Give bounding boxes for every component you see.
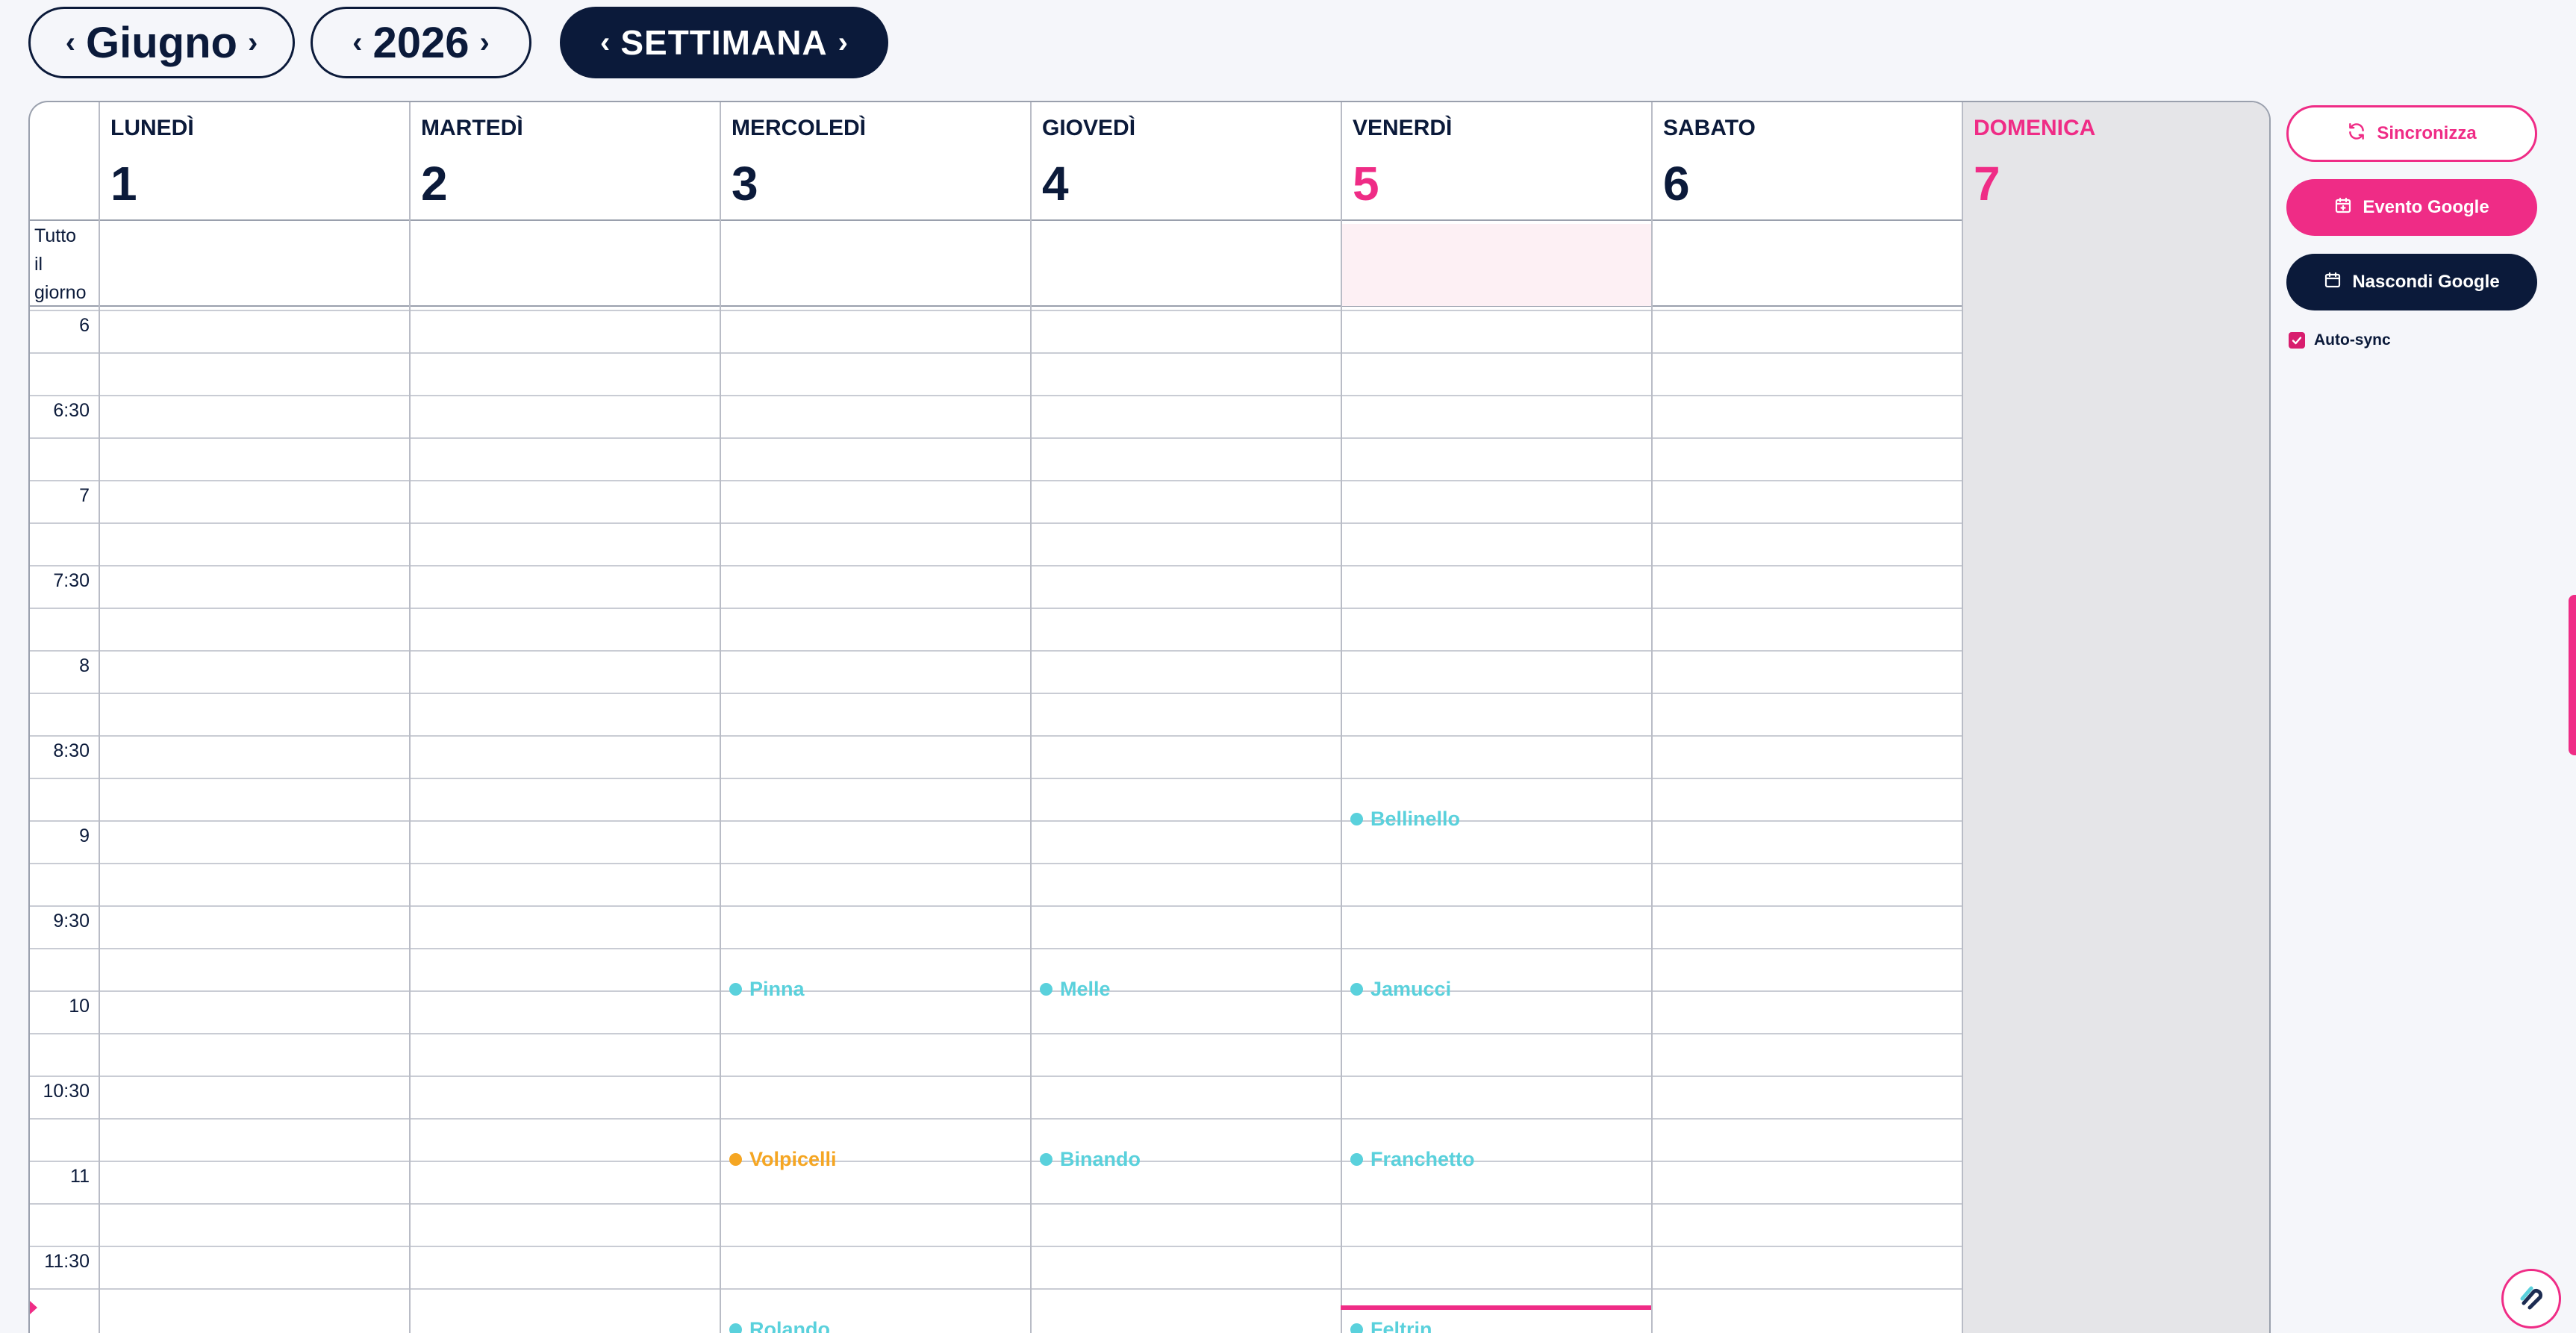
- event-bellinello[interactable]: Bellinello: [1350, 808, 1460, 831]
- autosync-label: Auto-sync: [2314, 331, 2391, 349]
- time-label: 7:30: [53, 570, 90, 591]
- event-binando[interactable]: Binando: [1040, 1148, 1141, 1171]
- year-selector[interactable]: ‹ 2026 ›: [311, 7, 531, 78]
- allday-label-line: Tutto: [34, 225, 77, 246]
- time-label: 6:30: [53, 400, 90, 421]
- event-label: Jamucci: [1370, 978, 1452, 1000]
- time-label: 9:30: [53, 911, 90, 931]
- day-number: 6: [1663, 157, 1690, 210]
- event-pinna[interactable]: Pinna: [729, 978, 805, 1001]
- day-name: LUNEDÌ: [110, 116, 194, 140]
- month-label: Giugno: [86, 18, 237, 67]
- sync-icon: [2347, 122, 2366, 146]
- time-label: 11:30: [44, 1251, 90, 1272]
- year-prev-button[interactable]: ‹: [352, 26, 362, 60]
- event-label: Volpicelli: [749, 1148, 837, 1170]
- event-label: Pinna: [749, 978, 805, 1000]
- autosync-toggle[interactable]: Auto-sync: [2289, 331, 2391, 349]
- autosync-checkbox[interactable]: [2289, 332, 2305, 349]
- view-next-button[interactable]: ›: [838, 26, 848, 60]
- week-calendar: Tutto il giorno 6 6:30 7 7:30 8 8:30 9 9:30 10 10…: [28, 101, 2271, 1333]
- day-name: GIOVEDÌ: [1042, 116, 1136, 140]
- calendar-plus-icon: [2334, 196, 2352, 219]
- day-name: DOMENICA: [1974, 116, 2096, 140]
- google-event-button-label: Evento Google: [2363, 197, 2489, 217]
- event-label: Rolando: [749, 1318, 830, 1333]
- day-column-saturday[interactable]: SABATO 6: [1651, 102, 1962, 1333]
- current-time-marker: [30, 1301, 37, 1314]
- time-label: 8:30: [53, 740, 90, 761]
- event-label: Melle: [1060, 978, 1111, 1000]
- event-dot: [1350, 813, 1363, 825]
- month-next-button[interactable]: ›: [248, 26, 258, 60]
- time-label: 7: [79, 485, 90, 506]
- event-volpicelli[interactable]: Volpicelli: [729, 1148, 837, 1171]
- month-selector[interactable]: ‹ Giugno ›: [28, 7, 295, 78]
- event-dot: [729, 983, 742, 996]
- day-column-sunday[interactable]: DOMENICA 7: [1962, 102, 2269, 1333]
- day-number: 2: [421, 157, 448, 210]
- time-label: 10: [69, 996, 90, 1017]
- day-number: 4: [1042, 157, 1069, 210]
- event-dot: [729, 1153, 742, 1166]
- event-melle[interactable]: Melle: [1040, 978, 1111, 1001]
- day-number: 7: [1974, 157, 2000, 210]
- view-label: SETTIMANA: [620, 23, 828, 62]
- event-feltrin[interactable]: Feltrin: [1350, 1318, 1432, 1333]
- event-dot: [1040, 983, 1052, 996]
- time-column: Tutto il giorno 6 6:30 7 7:30 8 8:30 9 9:30 10 10…: [30, 102, 99, 1333]
- allday-label-line: il: [34, 254, 43, 275]
- day-name: MARTEDÌ: [421, 116, 523, 140]
- day-number: 3: [732, 157, 758, 210]
- event-franchetto[interactable]: Franchetto: [1350, 1148, 1475, 1171]
- side-drawer-handle[interactable]: [2569, 595, 2576, 755]
- event-jamucci[interactable]: Jamucci: [1350, 978, 1451, 1001]
- time-label: 8: [79, 655, 90, 676]
- day-column-monday[interactable]: LUNEDÌ 1: [99, 102, 409, 1333]
- time-label: 6: [79, 315, 90, 336]
- app-logo-icon: [2515, 1281, 2548, 1317]
- current-time-line: [1341, 1305, 1651, 1310]
- view-selector[interactable]: ‹ SETTIMANA ›: [560, 7, 888, 78]
- event-label: Bellinello: [1370, 808, 1461, 830]
- event-dot: [1350, 1153, 1363, 1166]
- event-label: Binando: [1060, 1148, 1141, 1170]
- day-number: 1: [110, 157, 137, 210]
- event-label: Feltrin: [1370, 1318, 1432, 1333]
- google-event-button[interactable]: Evento Google: [2286, 179, 2537, 236]
- event-dot: [1040, 1153, 1052, 1166]
- event-dot: [1350, 1323, 1363, 1333]
- event-dot: [729, 1323, 742, 1333]
- day-name: SABATO: [1663, 116, 1756, 140]
- time-label: 9: [79, 825, 90, 846]
- assistant-button[interactable]: [2501, 1269, 2561, 1329]
- day-name: MERCOLEDÌ: [732, 116, 866, 140]
- time-label: 10:30: [43, 1081, 90, 1102]
- sync-button-label: Sincronizza: [2377, 123, 2477, 143]
- sync-button[interactable]: Sincronizza: [2286, 105, 2537, 162]
- friday-allday-cell[interactable]: [1342, 224, 1651, 306]
- allday-label: Tutto il giorno: [34, 222, 87, 307]
- time-label: 11: [70, 1166, 90, 1187]
- event-rolando[interactable]: Rolando: [729, 1318, 830, 1333]
- event-dot: [1350, 983, 1363, 996]
- year-label: 2026: [372, 18, 470, 67]
- day-number-today: 5: [1353, 157, 1379, 210]
- hide-google-button[interactable]: Nascondi Google: [2286, 254, 2537, 310]
- event-label: Franchetto: [1370, 1148, 1475, 1170]
- day-column-tuesday[interactable]: MARTEDÌ 2: [409, 102, 720, 1333]
- day-name: VENERDÌ: [1353, 116, 1453, 140]
- year-next-button[interactable]: ›: [480, 26, 490, 60]
- month-prev-button[interactable]: ‹: [66, 26, 75, 60]
- hide-google-button-label: Nascondi Google: [2352, 272, 2500, 292]
- calendar-icon: [2324, 271, 2342, 294]
- view-prev-button[interactable]: ‹: [600, 26, 610, 60]
- allday-label-line: giorno: [34, 282, 87, 303]
